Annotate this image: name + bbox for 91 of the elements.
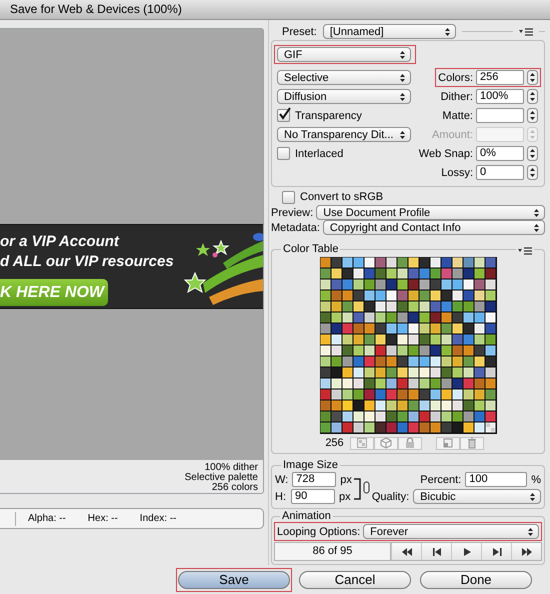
dropdown[interactable]: GIF xyxy=(277,47,411,62)
group-title: Color Table xyxy=(282,243,340,255)
unit-label: % xyxy=(531,474,541,486)
field-label: Colors: xyxy=(438,72,473,84)
stepper-arrows-icon xyxy=(399,92,406,102)
stepper-button-icon[interactable] xyxy=(527,146,538,161)
cube-icon xyxy=(380,437,392,449)
input-field[interactable]: 100% xyxy=(476,89,524,104)
status-readout: Alpha: -- xyxy=(28,513,66,524)
field-label: Dither: xyxy=(440,90,473,102)
stepper-arrows-icon xyxy=(399,50,406,60)
panel-menu-icon[interactable] xyxy=(518,247,532,255)
checkbox-label[interactable]: Convert to sRGB xyxy=(300,191,384,203)
group-title: Image Size xyxy=(282,459,340,471)
field-label: Amount: xyxy=(432,128,473,140)
field-label: Percent: xyxy=(420,474,462,486)
panel-menu-icon[interactable] xyxy=(519,28,533,36)
dropdown[interactable]: Diffusion xyxy=(277,89,411,104)
previous-frame-icon xyxy=(430,546,442,556)
first-frame-icon xyxy=(400,546,412,556)
dialog-button[interactable]: Done xyxy=(420,570,532,588)
last-frame-icon xyxy=(520,546,532,556)
first-frame-button[interactable] xyxy=(391,543,421,560)
input-field[interactable]: 0 xyxy=(476,165,524,180)
dropdown[interactable]: Copyright and Contact Info xyxy=(322,220,545,235)
dropdown[interactable]: Forever xyxy=(363,524,539,539)
preview-info-text: 256 colors xyxy=(212,483,258,493)
preview-info-text: Selective palette xyxy=(184,473,258,483)
stepper-arrows-icon xyxy=(399,72,406,82)
input-field[interactable] xyxy=(476,108,524,123)
unit-label: px xyxy=(339,490,351,502)
palette-tool-button[interactable] xyxy=(398,436,422,450)
dropdown[interactable]: Bicubic xyxy=(413,489,541,504)
group-title: Animation xyxy=(281,510,332,522)
color-count: 256 xyxy=(324,437,345,449)
dialog-button[interactable]: Cancel xyxy=(299,570,411,588)
window-title: Save for Web & Devices (100%) xyxy=(0,0,550,20)
looping-label: Looping Options: xyxy=(277,526,360,538)
dropdown[interactable]: Selective xyxy=(277,70,411,85)
preview-info-text: 100% dither xyxy=(204,463,258,473)
banner-text: d ALL our VIP resources xyxy=(0,253,174,270)
metadata-label: Metadata: xyxy=(271,222,320,234)
dropdown[interactable]: Use Document Profile xyxy=(316,205,545,220)
stepper-arrows-icon xyxy=(529,492,536,502)
previous-frame-button[interactable] xyxy=(421,543,451,560)
lock-icon xyxy=(404,437,416,449)
input-field[interactable]: 256 xyxy=(476,70,524,85)
stepper-arrows-icon xyxy=(444,26,451,36)
unit-label: px xyxy=(340,474,352,486)
field-label: Web Snap: xyxy=(418,148,473,160)
preview-label: Preview: xyxy=(271,206,314,218)
stepper-button-icon[interactable] xyxy=(527,108,538,123)
stepper-arrows-icon xyxy=(533,222,540,232)
checkbox[interactable] xyxy=(277,109,290,122)
input-field[interactable]: 90 xyxy=(291,489,335,504)
new-swatch-icon xyxy=(442,437,454,449)
field-label: Quality: xyxy=(372,490,410,502)
stepper-arrows-icon xyxy=(527,526,534,536)
play-button[interactable] xyxy=(451,543,481,560)
palette-tool-button[interactable] xyxy=(460,436,484,450)
trash-icon xyxy=(466,437,478,449)
checkbox[interactable] xyxy=(282,190,295,204)
next-frame-button[interactable] xyxy=(481,543,511,560)
dropdown[interactable]: [Unnamed] xyxy=(322,24,456,39)
palette-tool-button[interactable] xyxy=(374,436,398,450)
stepper-button-icon[interactable] xyxy=(527,165,538,180)
status-readout: Hex: -- xyxy=(88,513,118,524)
preset-label: Preset: xyxy=(282,26,317,38)
field-label: Matte: xyxy=(442,110,473,122)
dropdown[interactable]: No Transparency Dit... xyxy=(277,127,411,142)
dialog-button[interactable]: Save xyxy=(178,570,290,588)
status-readout: Index: -- xyxy=(140,513,176,524)
stepper-arrows-icon xyxy=(399,130,406,140)
field-label: H: xyxy=(275,490,286,502)
checkbox-label[interactable]: Transparency xyxy=(295,110,362,122)
input-field[interactable]: 0% xyxy=(476,146,524,161)
field-label: W: xyxy=(275,474,288,486)
field-label: Lossy: xyxy=(441,166,473,178)
input-field[interactable]: 728 xyxy=(292,472,336,487)
checker-square-icon xyxy=(356,437,368,449)
stepper-button-icon[interactable] xyxy=(527,89,538,104)
stepper-button-icon[interactable] xyxy=(527,70,538,85)
checkbox[interactable] xyxy=(277,147,290,160)
palette-tool-button[interactable] xyxy=(436,436,460,450)
last-frame-button[interactable] xyxy=(511,543,541,560)
stepper-arrows-icon xyxy=(533,208,540,218)
banner-text: or a VIP Account xyxy=(0,233,120,250)
checkbox-label[interactable]: Interlaced xyxy=(295,148,344,160)
next-frame-icon xyxy=(490,546,502,556)
input-field[interactable]: 100 xyxy=(465,472,528,487)
banner-cta-graphic: K HERE NOW xyxy=(0,279,108,306)
